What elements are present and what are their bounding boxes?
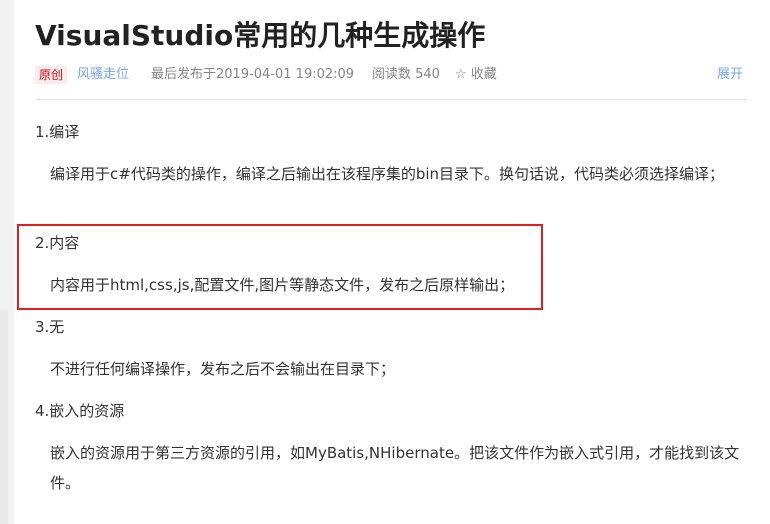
highlight-annotation-box: [17, 224, 543, 310]
section-heading-compile: 1.编译: [35, 123, 80, 141]
article-meta: 原创 风骚走位 最后发布于2019-04-01 19:02:09 阅读数 540…: [35, 64, 747, 86]
article-title: VisualStudio常用的几种生成操作: [35, 19, 486, 52]
section-body-compile: 编译用于c#代码类的操作，编译之后输出在该程序集的bin目录下。换句话说，代码类…: [50, 165, 725, 183]
section-body-none: 不进行任何编译操作，发布之后不会输出在目录下；: [50, 360, 396, 378]
section-heading-embedded: 4.嵌入的资源: [35, 402, 125, 420]
read-count: 阅读数 540: [372, 67, 440, 82]
original-badge: 原创: [35, 66, 68, 84]
author-link[interactable]: 风骚走位: [77, 66, 129, 84]
publish-date: 最后发布于2019-04-01 19:02:09: [151, 67, 355, 82]
section-heading-none: 3.无: [35, 318, 65, 336]
expand-link[interactable]: 展开: [717, 66, 743, 84]
section-body-embedded: 嵌入的资源用于第三方资源的引用，如MyBatis,NHibernate。把该文件…: [50, 444, 740, 492]
divider: [35, 99, 747, 100]
favorite-button[interactable]: ☆ 收藏: [455, 66, 497, 84]
left-sidebar-panel: [0, 310, 8, 524]
left-sidebar-edge: [0, 0, 14, 524]
